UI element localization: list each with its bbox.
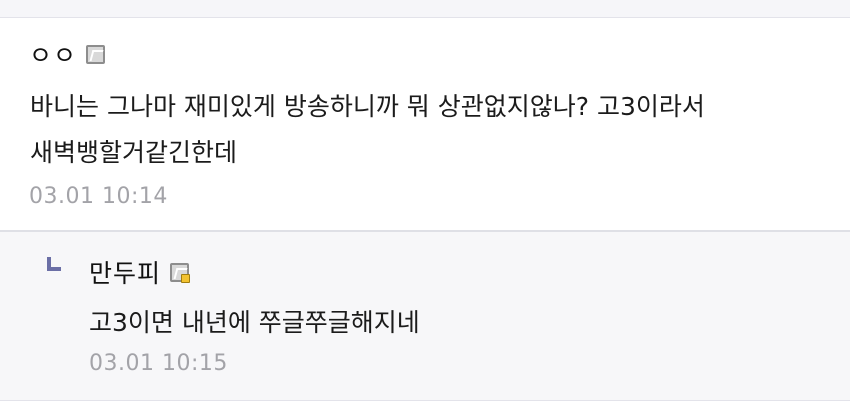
reply-timestamp: 03.01 10:15 xyxy=(89,351,228,376)
comment-text-line-1: 바니는 그나마 재미있게 방송하니까 뭐 상관없지않나? 고3이라서 xyxy=(30,92,705,121)
comment-text-line-2: 새벽뱅할거같긴한데 xyxy=(30,138,238,167)
member-grade-gold-icon xyxy=(170,262,191,283)
reply-arrow-icon xyxy=(47,257,61,271)
comment-author[interactable]: ㅇㅇ xyxy=(29,36,106,72)
comment-text: 바니는 그나마 재미있게 방송하니까 뭐 상관없지않나? 고3이라서 새벽뱅할거… xyxy=(30,84,705,176)
reply-author[interactable]: 만두피 xyxy=(89,254,191,290)
comment: ㅇㅇ 바니는 그나마 재미있게 방송하니까 뭐 상관없지않나? 고3이라서 새벽… xyxy=(0,18,850,232)
previous-comment-edge xyxy=(0,0,850,18)
reply-text: 고3이면 내년에 쭈글쭈글해지네 xyxy=(89,308,420,337)
member-grade-icon xyxy=(86,44,106,64)
reply-nickname[interactable]: 만두피 xyxy=(89,254,161,290)
reply-comment: 만두피 고3이면 내년에 쭈글쭈글해지네 03.01 10:15 xyxy=(0,232,850,401)
comment-timestamp: 03.01 10:14 xyxy=(29,184,168,209)
comment-nickname[interactable]: ㅇㅇ xyxy=(29,36,77,72)
